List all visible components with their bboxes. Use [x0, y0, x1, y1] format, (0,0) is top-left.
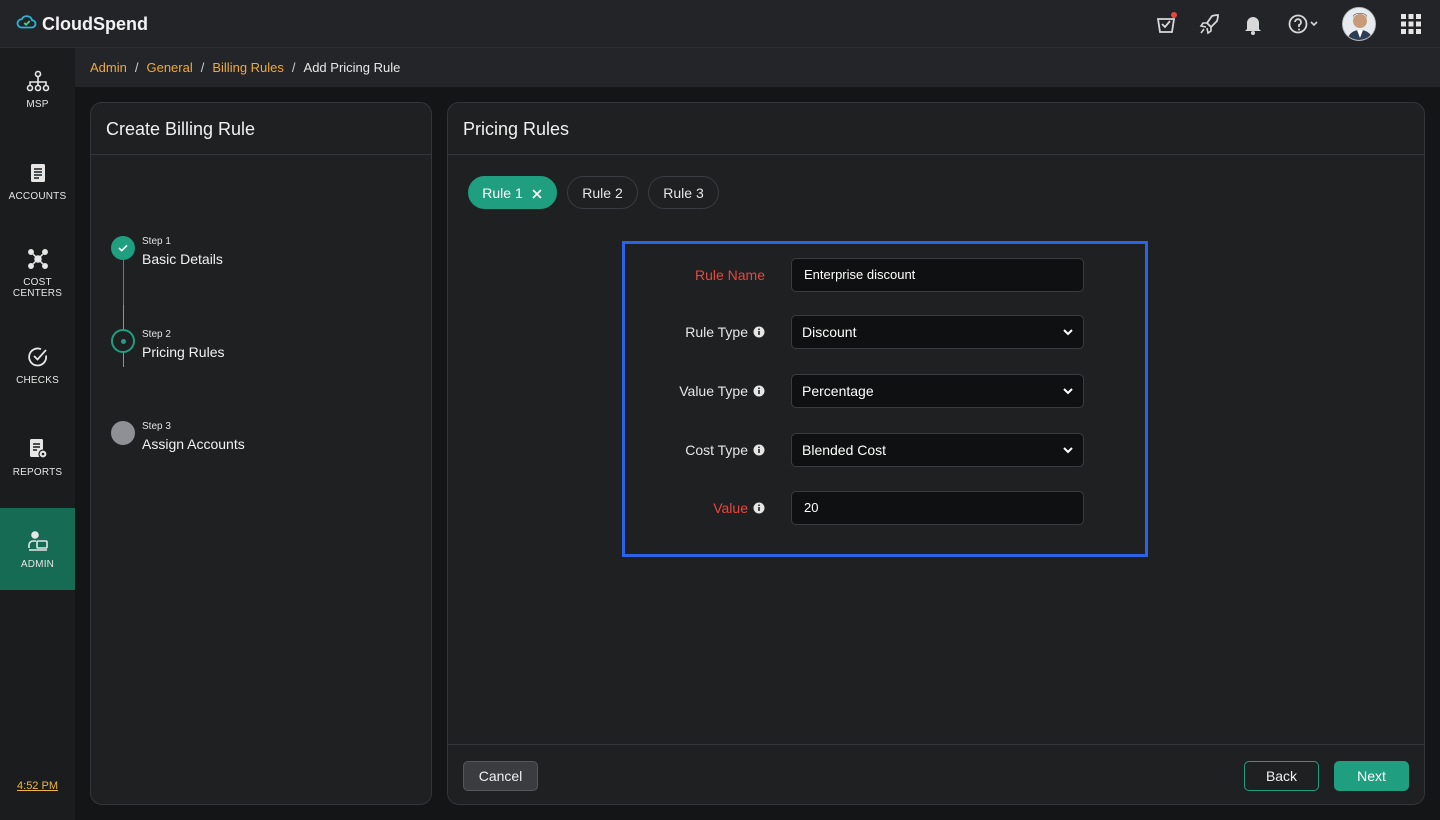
- value-row: Value 20: [625, 491, 1145, 525]
- step-label: Assign Accounts: [142, 436, 245, 452]
- avatar[interactable]: [1342, 7, 1376, 41]
- select-value: Discount: [802, 324, 857, 340]
- tab-rule-2[interactable]: Rule 2: [567, 176, 638, 209]
- sidebar-item-label: ADMIN: [20, 558, 55, 570]
- rule-name-row: Rule Name Enterprise discount: [625, 258, 1145, 292]
- create-billing-rule-panel: Create Billing Rule Step 1 Basic Details…: [90, 102, 432, 805]
- sidebar-item-cost-centers[interactable]: COST CENTERS: [0, 232, 75, 314]
- sidebar-item-label: MSP: [26, 98, 49, 110]
- tab-rule-1[interactable]: Rule 1: [468, 176, 557, 209]
- org-chart-icon: [26, 69, 50, 93]
- top-bar: CloudSpend: [0, 0, 1440, 48]
- step-pricing-rules[interactable]: Step 2 Pricing Rules: [111, 329, 411, 369]
- breadcrumb-general[interactable]: General: [146, 60, 192, 75]
- app-logo[interactable]: CloudSpend: [16, 12, 148, 36]
- rule-type-label: Rule Type: [685, 324, 765, 340]
- step-label: Pricing Rules: [142, 344, 225, 360]
- report-icon: [26, 437, 50, 461]
- sidebar-item-reports[interactable]: REPORTS: [0, 416, 75, 498]
- select-value: Blended Cost: [802, 442, 887, 458]
- value-type-label: Value Type: [679, 383, 765, 399]
- bell-icon[interactable]: [1241, 12, 1265, 36]
- cost-type-select[interactable]: Blended Cost: [791, 433, 1084, 467]
- info-icon[interactable]: [753, 326, 765, 338]
- check-circle-icon: [26, 345, 50, 369]
- help-menu[interactable]: [1287, 12, 1321, 36]
- cost-type-row: Cost Type Blended Cost: [625, 433, 1145, 467]
- sidebar: MSP ACCOUNTS COST CENTERS CHECKS REPORTS…: [0, 48, 75, 820]
- app-name: CloudSpend: [42, 13, 148, 34]
- breadcrumb-current: Add Pricing Rule: [303, 60, 401, 75]
- rule-form: Rule Name Enterprise discount Rule Type …: [622, 241, 1148, 557]
- back-button[interactable]: Back: [1244, 761, 1319, 791]
- breadcrumb-billing-rules[interactable]: Billing Rules: [212, 60, 284, 75]
- sidebar-item-label: ACCOUNTS: [8, 190, 67, 202]
- value-type-row: Value Type Percentage: [625, 374, 1145, 408]
- step-number: Step 1: [142, 236, 171, 247]
- panel-footer: Cancel Back Next: [448, 744, 1424, 804]
- chevron-down-icon: [1063, 447, 1073, 454]
- tab-label: Rule 2: [582, 184, 623, 201]
- step-basic-details[interactable]: Step 1 Basic Details: [111, 236, 411, 276]
- sidebar-item-checks[interactable]: CHECKS: [0, 324, 75, 406]
- select-value: Percentage: [802, 383, 874, 399]
- tab-label: Rule 3: [663, 184, 704, 201]
- sidebar-item-label: REPORTS: [12, 466, 63, 478]
- rule-type-select[interactable]: Discount: [791, 315, 1084, 349]
- step-assign-accounts[interactable]: Step 3 Assign Accounts: [111, 421, 411, 461]
- breadcrumb-separator: /: [291, 60, 296, 75]
- rule-name-label: Rule Name: [694, 267, 765, 283]
- sidebar-item-admin[interactable]: ADMIN: [0, 508, 75, 590]
- step-done-icon: [111, 236, 135, 260]
- clock[interactable]: 4:52 PM: [0, 780, 75, 792]
- value-input[interactable]: 20: [791, 491, 1084, 525]
- breadcrumb-separator: /: [134, 60, 139, 75]
- close-icon[interactable]: [531, 187, 543, 199]
- panel-title: Pricing Rules: [448, 103, 1424, 155]
- whats-new-icon[interactable]: [1154, 12, 1178, 36]
- pricing-rules-panel: Pricing Rules Rule 1 Rule 2 Rule 3 Rule …: [447, 102, 1425, 805]
- chevron-down-icon: [1063, 329, 1073, 336]
- sidebar-item-label: CHECKS: [16, 374, 59, 386]
- sidebar-item-msp[interactable]: MSP: [0, 48, 75, 130]
- next-button[interactable]: Next: [1334, 761, 1409, 791]
- value-type-select[interactable]: Percentage: [791, 374, 1084, 408]
- step-number: Step 3: [142, 421, 171, 432]
- breadcrumb-bar: Admin / General / Billing Rules / Add Pr…: [75, 48, 1440, 87]
- breadcrumb-separator: /: [200, 60, 205, 75]
- info-icon[interactable]: [753, 502, 765, 514]
- sidebar-item-accounts[interactable]: ACCOUNTS: [0, 140, 75, 222]
- document-icon: [26, 161, 50, 185]
- rule-type-row: Rule Type Discount: [625, 315, 1145, 349]
- sidebar-item-label: COST CENTERS: [12, 277, 63, 299]
- info-icon[interactable]: [753, 385, 765, 397]
- step-number: Step 2: [142, 329, 171, 340]
- network-icon: [26, 247, 50, 271]
- step-pending-icon: [111, 421, 135, 445]
- value-label: Value: [713, 500, 765, 516]
- breadcrumb: Admin / General / Billing Rules / Add Pr…: [90, 60, 400, 75]
- cloud-logo-icon: [16, 11, 38, 38]
- cost-type-label: Cost Type: [685, 442, 765, 458]
- rocket-icon[interactable]: [1198, 12, 1222, 36]
- tab-label: Rule 1: [482, 184, 523, 201]
- rule-name-input[interactable]: Enterprise discount: [791, 258, 1084, 292]
- step-current-icon: [111, 329, 135, 353]
- app-grid-icon[interactable]: [1399, 12, 1423, 36]
- breadcrumb-admin[interactable]: Admin: [90, 60, 127, 75]
- tab-rule-3[interactable]: Rule 3: [648, 176, 719, 209]
- info-icon[interactable]: [753, 444, 765, 456]
- cancel-button[interactable]: Cancel: [463, 761, 538, 791]
- admin-icon: [26, 529, 50, 553]
- step-label: Basic Details: [142, 251, 223, 267]
- chevron-down-icon: [1063, 388, 1073, 395]
- panel-title: Create Billing Rule: [91, 103, 431, 155]
